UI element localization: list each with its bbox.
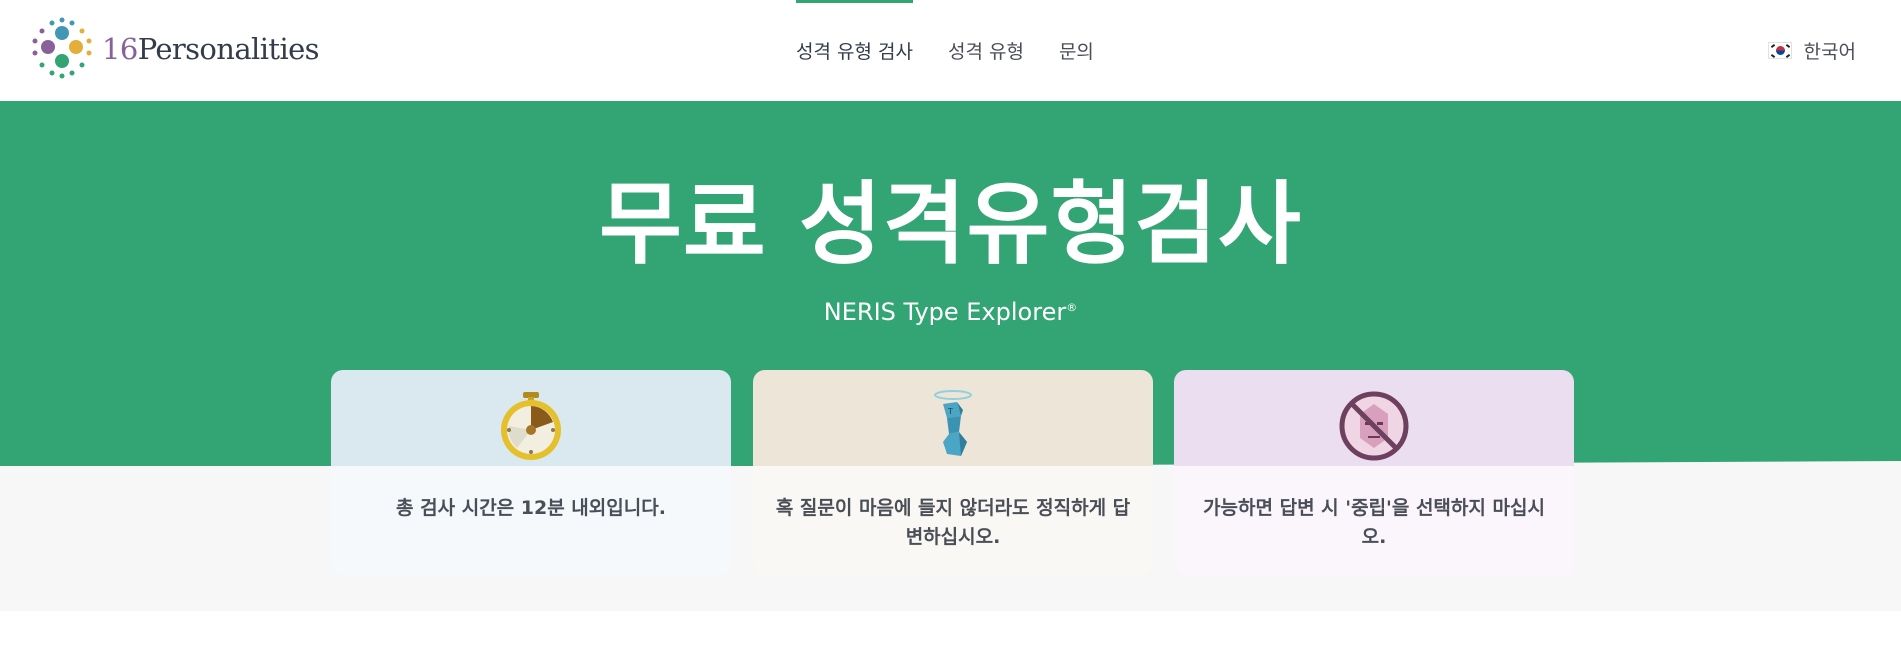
logo-word: Personalities (137, 32, 320, 66)
nav-contact[interactable]: 문의 (1059, 0, 1094, 101)
hero-title: 무료 성격유형검사 (599, 172, 1302, 277)
logo-wordmark: 16Personalities (102, 32, 320, 66)
no-neutral-face-icon (1339, 391, 1409, 461)
registered-mark: ® (1066, 301, 1078, 314)
site-logo[interactable]: 16Personalities (30, 17, 320, 81)
info-card-neutral: 가능하면 답변 시 '중립'을 선택하지 마십시오. (1174, 370, 1574, 576)
hero-subtitle: NERIS Type Explorer® (0, 298, 1901, 326)
language-label: 한국어 (1803, 41, 1856, 63)
stopwatch-icon (501, 392, 561, 460)
logo-number: 16 (102, 32, 138, 66)
svg-text:T: T (947, 407, 953, 416)
card-text: 총 검사 시간은 12분 내외입니다. (396, 497, 666, 519)
card-text: 혹 질문이 마음에 들지 않더라도 정직하게 답변하십시오. (775, 497, 1131, 548)
site-header: 16Personalities 성격 유형 검사 성격 유형 문의 한국어 (0, 0, 1901, 101)
language-selector[interactable]: 한국어 (1767, 0, 1856, 101)
logo-dots-icon (32, 17, 92, 79)
subtitle-text: NERIS Type Explorer (823, 298, 1067, 326)
angel-character-icon: T (934, 390, 972, 456)
info-card-time: 총 검사 시간은 12분 내외입니다. (331, 370, 731, 576)
nav-personality-types[interactable]: 성격 유형 (948, 0, 1024, 101)
korea-flag-icon (1767, 42, 1792, 59)
info-card-honesty: T 혹 질문이 마음에 들지 않더라도 정직하게 답변하십시오. (753, 370, 1153, 576)
nav-personality-test[interactable]: 성격 유형 검사 (796, 0, 913, 101)
main-nav: 성격 유형 검사 성격 유형 문의 (796, 0, 1129, 101)
card-text: 가능하면 답변 시 '중립'을 선택하지 마십시오. (1203, 497, 1545, 548)
